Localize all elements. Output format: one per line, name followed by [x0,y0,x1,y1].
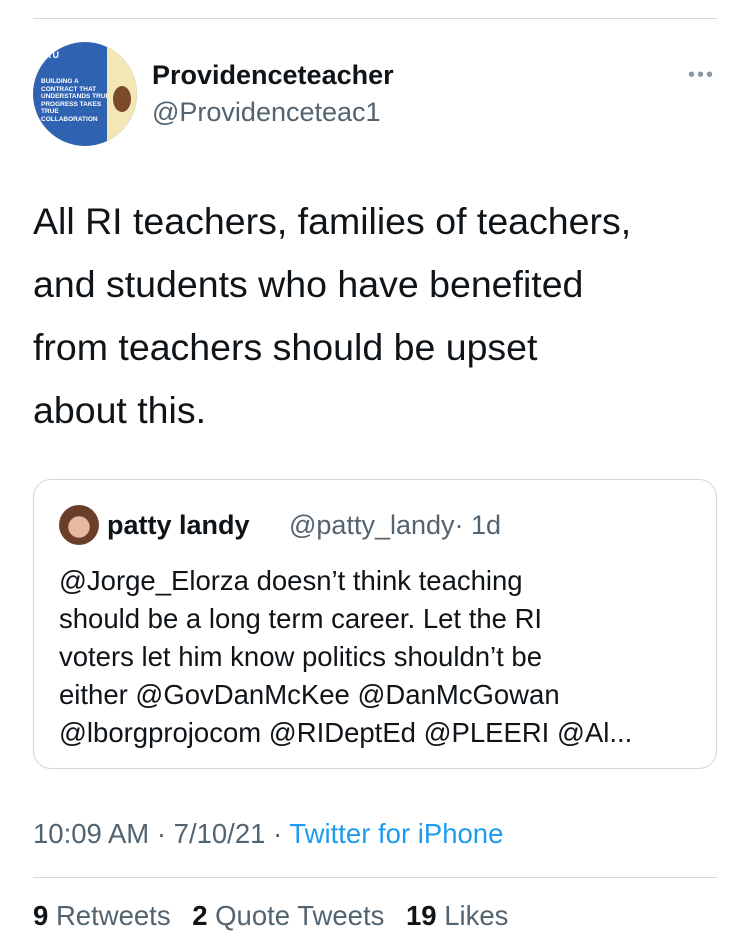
quoted-age: · 1d [454,510,502,540]
union-logo: PTU [41,50,59,60]
more-icon[interactable]: ••• [688,64,715,87]
quoted-text: @Jorge_Elorza doesn’t think teaching sho… [59,565,633,748]
tweet-text: All RI teachers, families of teachers, a… [33,200,632,431]
quotes-label: Quote Tweets [215,900,385,931]
stats-divider [33,877,717,878]
tweet-source-link[interactable]: Twitter for iPhone [289,818,503,849]
quoted-tweet[interactable]: patty landy @patty_landy· 1d @Jorge_Elor… [33,479,717,769]
likes-label: Likes [444,900,509,931]
tweet-meta: 10:09 AM · 7/10/21 · Twitter for iPhone [33,818,503,850]
tweet-stats: 9 Retweets 2 Quote Tweets 19 Likes [33,900,508,932]
meta-separator-2: · [273,818,283,849]
tweet-time[interactable]: 10:09 AM [33,818,149,849]
retweets-label: Retweets [55,900,171,931]
quoted-handle[interactable]: @patty_landy [289,510,455,540]
author-handle[interactable]: @Providenceteac1 [152,97,381,128]
quoted-handle-and-age: @patty_landy· 1d [289,510,501,541]
quotes-count: 2 [192,900,208,931]
quoted-display-name[interactable]: patty landy [107,510,250,541]
likes-count: 19 [405,900,437,931]
top-divider [33,18,717,19]
author-display-name[interactable]: Providenceteacher [152,60,394,91]
avatar-person [113,86,131,112]
retweets-count: 9 [33,900,49,931]
meta-separator: · [156,818,167,849]
quoted-avatar[interactable] [59,505,99,545]
retweets-stat[interactable]: 9 Retweets [33,900,171,931]
quotes-stat[interactable]: 2 Quote Tweets [192,900,384,931]
tweet-date[interactable]: 7/10/21 [174,818,266,849]
author-avatar[interactable]: PTU BUILDING A CONTRACT THAT UNDERSTANDS… [33,42,137,146]
likes-stat[interactable]: 19 Likes [406,900,508,931]
avatar-text: BUILDING A CONTRACT THAT UNDERSTANDS TRU… [41,78,110,123]
